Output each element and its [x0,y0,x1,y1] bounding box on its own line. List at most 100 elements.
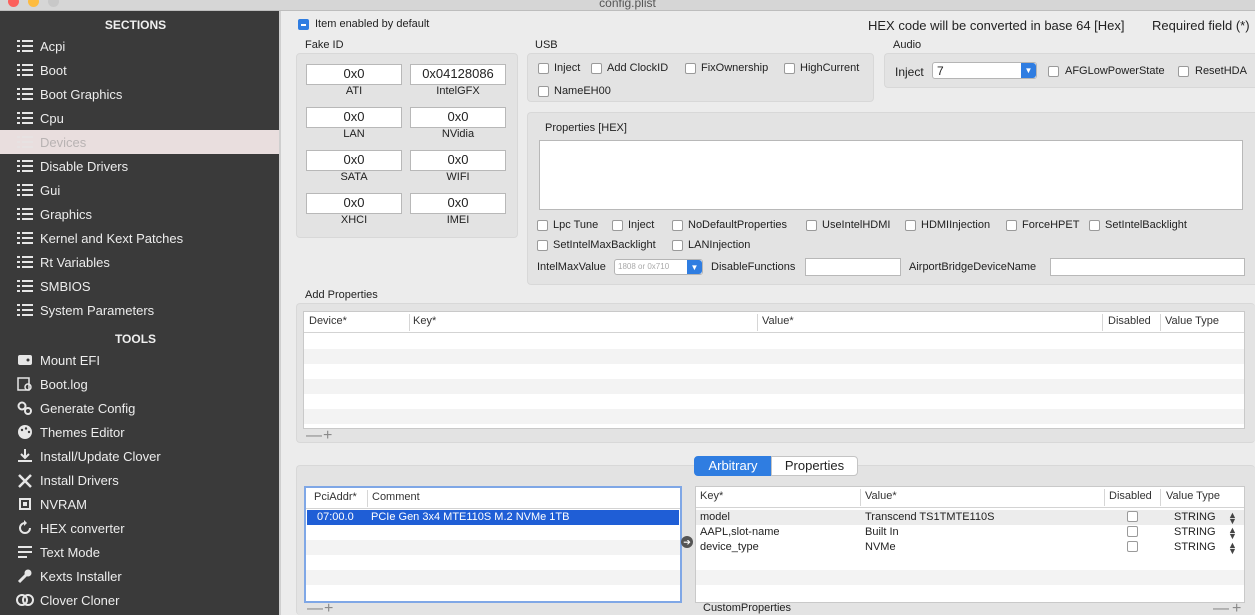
add-properties-add-button[interactable]: + [323,428,332,444]
prop-hdmiinjection-checkbox[interactable] [905,220,916,231]
disable-functions-input[interactable] [805,258,901,276]
fake-id-lan-field[interactable]: 0x0 [306,107,402,128]
column-pciaddr[interactable]: PciAddr* [314,491,357,503]
sidebar-item-gui[interactable]: Gui [0,178,279,202]
sidebar-item-boot[interactable]: Boot [0,58,279,82]
prop-inject-checkbox[interactable] [612,220,623,231]
usb-add-clockid-checkbox[interactable] [591,63,602,74]
column-value[interactable]: Value* [865,490,897,502]
tab-arbitrary[interactable]: Arbitrary [694,456,772,476]
sidebar-item-nvram[interactable]: NVRAM [0,492,279,516]
table-row[interactable]: device_type NVMe STRING ▲ ▼ [696,540,1244,556]
sidebar-item-mount-efi[interactable]: Mount EFI [0,348,279,372]
row-comment: PCIe Gen 3x4 MTE110S M.2 NVMe 1TB [371,511,570,523]
key-value-table[interactable]: Key* Value* Disabled Value Type model Tra… [695,486,1245,603]
sidebar-item-smbios[interactable]: SMBIOS [0,274,279,298]
column-disabled[interactable]: Disabled [1108,315,1151,327]
sidebar-item-install-drivers[interactable]: Install Drivers [0,468,279,492]
sidebar-item-acpi[interactable]: Acpi [0,34,279,58]
sidebar-item-disable-drivers[interactable]: Disable Drivers [0,154,279,178]
column-key[interactable]: Key* [700,490,723,502]
row-key: device_type [700,541,759,553]
stepper-icon[interactable]: ▲ ▼ [1228,511,1237,526]
item-enabled-checkbox[interactable] [298,19,309,30]
column-value-type[interactable]: Value Type [1166,490,1220,502]
row-key: AAPL,slot-name [700,526,780,538]
prop-laninjection-checkbox[interactable] [672,240,683,251]
stepper-icon[interactable]: ▲ ▼ [1228,526,1237,541]
table-row[interactable]: AAPL,slot-name Built In STRING ▲ ▼ [696,525,1244,541]
prop-lpc-tune-checkbox[interactable] [537,220,548,231]
prop-nodefaultproperties-checkbox[interactable] [672,220,683,231]
column-disabled[interactable]: Disabled [1109,490,1152,502]
resethda-checkbox[interactable] [1178,66,1189,77]
usb-highcurrent-checkbox[interactable] [784,63,795,74]
fake-id-ati-field[interactable]: 0x0 [306,64,402,85]
column-value[interactable]: Value* [762,315,794,327]
sidebar-item-system-parameters[interactable]: System Parameters [0,298,279,322]
sidebar-item-kernel-and-kext-patches[interactable]: Kernel and Kext Patches [0,226,279,250]
arbitrary-remove-button[interactable]: — [307,601,323,615]
usb-nameeh00-label: NameEH00 [554,85,611,97]
sidebar-item-graphics[interactable]: Graphics [0,202,279,226]
prop-setintelmaxbacklight-checkbox[interactable] [537,240,548,251]
properties-hex-textarea[interactable] [539,140,1243,210]
row-value-type[interactable]: STRING [1174,541,1216,553]
sidebar-item-boot-graphics[interactable]: Boot Graphics [0,82,279,106]
row-disabled-checkbox[interactable] [1127,526,1138,537]
sidebar-item-label: System Parameters [40,302,155,318]
sidebar-item-generate-config[interactable]: Generate Config [0,396,279,420]
prop-forcehpet-checkbox[interactable] [1006,220,1017,231]
key-value-remove-button[interactable]: — [1213,601,1229,615]
add-properties-header: Device* Key* Value* Disabled Value Type [304,312,1244,333]
sidebar-item-hex-converter[interactable]: HEX converter [0,516,279,540]
row-disabled-checkbox[interactable] [1127,541,1138,552]
add-properties-table[interactable]: Device* Key* Value* Disabled Value Type [303,311,1245,429]
list-icon [16,158,34,174]
sidebar-item-clover-cloner[interactable]: Clover Cloner [0,588,279,612]
sidebar-item-install-update-clover[interactable]: Install/Update Clover [0,444,279,468]
key-value-add-button[interactable]: + [1232,601,1241,615]
prop-useintelhdmi-checkbox[interactable] [806,220,817,231]
column-device[interactable]: Device* [309,315,347,327]
arbitrary-add-button[interactable]: + [324,601,333,615]
sidebar-item-label: Boot [40,62,67,78]
fake-id-nvidia-field[interactable]: 0x0 [410,107,506,128]
usb-inject-checkbox[interactable] [538,63,549,74]
sidebar-item-cpu[interactable]: Cpu [0,106,279,130]
fake-id-intelgfx-field[interactable]: 0x04128086 [410,64,506,85]
add-properties-remove-button[interactable]: — [306,428,322,444]
table-row[interactable]: model Transcend TS1TMTE110S STRING ▲ ▼ [696,510,1244,526]
sidebar-item-text-mode[interactable]: Text Mode [0,540,279,564]
column-key[interactable]: Key* [413,315,436,327]
usb-fixownership-checkbox[interactable] [685,63,696,74]
audio-inject-popup[interactable]: 7 ▼ [932,62,1037,79]
fake-id-imei-label: IMEI [446,214,470,226]
row-disabled-checkbox[interactable] [1127,511,1138,522]
sidebar-item-kexts-installer[interactable]: Kexts Installer [0,564,279,588]
tab-properties[interactable]: Properties [771,456,858,476]
column-comment[interactable]: Comment [372,491,420,503]
table-row[interactable]: 07:00.0 PCIe Gen 3x4 MTE110S M.2 NVMe 1T… [307,510,679,525]
usb-nameeh00-checkbox[interactable] [538,86,549,97]
fake-id-wifi-field[interactable]: 0x0 [410,150,506,171]
intel-max-value-combo[interactable]: 1808 or 0x710 ▼ [614,259,703,275]
sidebar-item-themes-editor[interactable]: Themes Editor [0,420,279,444]
intel-max-value-placeholder: 1808 or 0x710 [618,262,670,271]
prop-setintelbacklight-checkbox[interactable] [1089,220,1100,231]
column-value-type[interactable]: Value Type [1165,315,1219,327]
stepper-icon[interactable]: ▲ ▼ [1228,541,1237,556]
fake-id-xhci-field[interactable]: 0x0 [306,193,402,214]
arbitrary-table[interactable]: PciAddr* Comment 07:00.0 PCIe Gen 3x4 MT… [304,486,682,603]
fake-id-sata-field[interactable]: 0x0 [306,150,402,171]
afglowpowerstate-checkbox[interactable] [1048,66,1059,77]
fake-id-imei-field[interactable]: 0x0 [410,193,506,214]
row-value-type[interactable]: STRING [1174,526,1216,538]
sidebar-item-devices[interactable]: Devices [0,130,279,154]
properties-hex-title: Properties [HEX] [545,122,627,134]
usb-inject-label: Inject [554,62,581,74]
sidebar-item-rt-variables[interactable]: Rt Variables [0,250,279,274]
sidebar-item-boot-log[interactable]: Boot.log [0,372,279,396]
row-value-type[interactable]: STRING [1174,511,1216,523]
airport-bridge-input[interactable] [1050,258,1245,276]
